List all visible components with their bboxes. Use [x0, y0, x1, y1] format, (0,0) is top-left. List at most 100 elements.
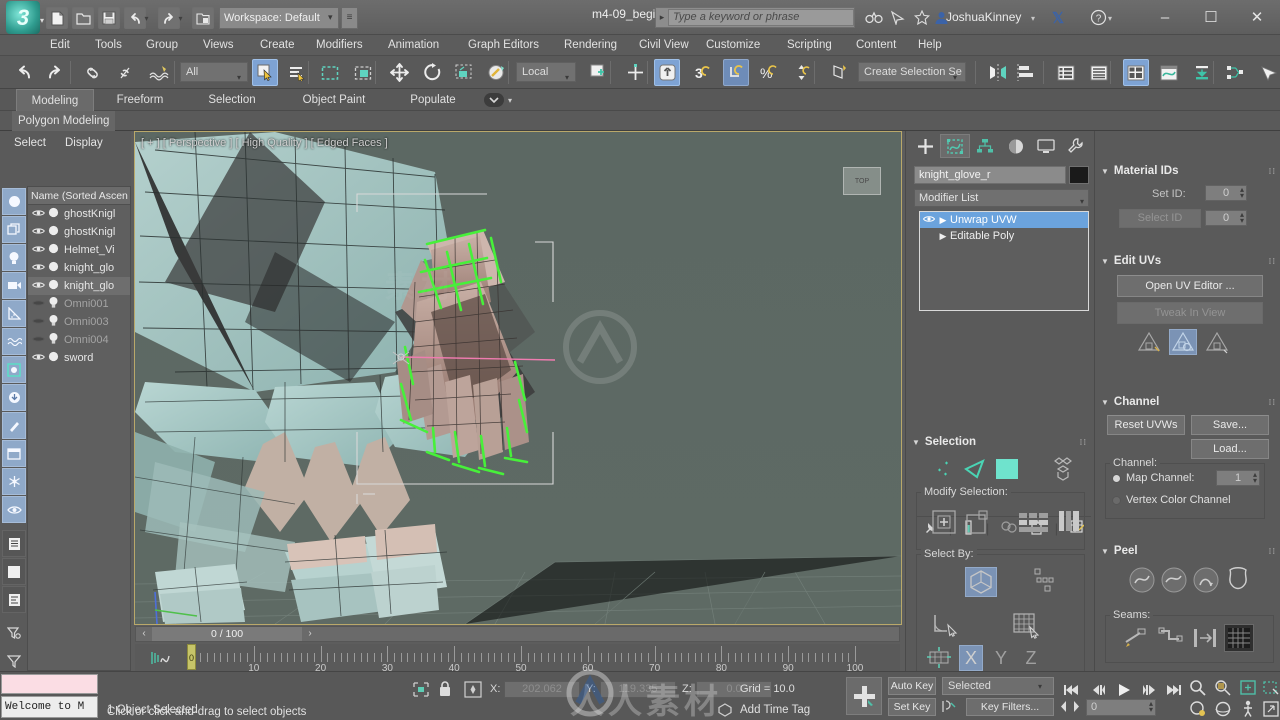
current-frame-spinner[interactable]: 0 ▴ ▾ [1086, 699, 1156, 716]
spinner-arrows-icon[interactable]: ▴ ▾ [1253, 471, 1257, 485]
undo-button[interactable] [10, 59, 36, 86]
object-name-field[interactable]: knight_glove_r [914, 166, 1066, 184]
element-subobject-button[interactable] [1048, 454, 1078, 484]
window-crossing-button[interactable] [350, 59, 376, 86]
vertex-color-channel-option[interactable]: Vertex Color Channel [1112, 494, 1231, 506]
modify-tab[interactable] [940, 134, 971, 158]
absolute-relative-mode-icon[interactable] [464, 681, 482, 698]
ribbon-subtab-polygon-modeling[interactable]: Polygon Modeling [12, 111, 116, 131]
point-to-point-seam-button[interactable] [1122, 624, 1152, 652]
menu-item-tools[interactable]: Tools [95, 35, 122, 56]
utilities-tab[interactable] [1061, 134, 1091, 158]
quick-peel-icon[interactable] [1169, 329, 1197, 355]
ribbon-tab-selection[interactable]: Selection [192, 89, 272, 111]
expand-to-seams-button[interactable] [1190, 624, 1220, 652]
autodesk-cloud-icon[interactable] [886, 6, 910, 29]
menu-item-create[interactable]: Create [260, 35, 295, 56]
user-menu-caret-icon[interactable]: ▾ [1028, 7, 1038, 29]
motion-tab[interactable] [1001, 134, 1031, 158]
previous-frame-button[interactable] [1088, 680, 1110, 699]
minimize-window-button[interactable]: – [1142, 0, 1188, 34]
ribbon-overflow-icon[interactable] [484, 93, 504, 107]
time-slider-next-button[interactable]: › [302, 627, 318, 641]
lock-selection-icon[interactable] [438, 680, 454, 698]
mesh-object-icon[interactable] [46, 351, 61, 365]
goto-start-button[interactable] [1060, 680, 1082, 699]
channel-rollout-header[interactable]: ▼ Channel ⁞⁞ [1097, 394, 1280, 410]
maximize-viewport-icon[interactable] [1259, 699, 1280, 719]
redo-button[interactable] [42, 59, 68, 86]
vertex-color-radio[interactable] [1112, 495, 1121, 505]
add-keyframe-button[interactable] [846, 677, 882, 715]
ring-uvs-button[interactable] [1055, 507, 1083, 535]
rollout-collapse-icon[interactable]: ▼ [1101, 257, 1109, 266]
named-selection-caret-icon[interactable]: ▾ [950, 66, 960, 88]
list-view-tool-icon[interactable] [2, 530, 26, 557]
eye-hidden-icon[interactable] [31, 335, 46, 346]
mesh-object-icon[interactable] [46, 207, 61, 221]
curve-editor-button[interactable] [1156, 59, 1182, 86]
menu-item-content[interactable]: Content [856, 35, 896, 56]
hide-tool-icon[interactable] [2, 496, 26, 523]
material-editor-button[interactable] [1222, 59, 1248, 86]
help-menu-caret-icon[interactable]: ▾ [1105, 7, 1115, 29]
eye-visible-icon[interactable] [31, 353, 46, 364]
orbit-icon[interactable] [1211, 699, 1234, 719]
key-filters-button[interactable]: Key Filters... [966, 698, 1054, 716]
select-and-link-button[interactable] [80, 59, 106, 86]
menu-item-animation[interactable]: Animation [388, 35, 439, 56]
zoom-all-icon[interactable] [1211, 677, 1234, 697]
menu-item-civil-view[interactable]: Civil View [639, 35, 689, 56]
viewport-canvas[interactable]: [ + ] [ Perspective ] [ High Quality ] [… [135, 132, 901, 624]
axis-x-button[interactable]: X [959, 645, 983, 671]
align-button[interactable] [1014, 59, 1040, 86]
select-shape-tool-icon[interactable] [2, 216, 26, 243]
ribbon-tab-populate[interactable]: Populate [396, 89, 470, 111]
reset-uvws-button[interactable]: Reset UVWs [1107, 415, 1185, 435]
select-helper-tool-icon[interactable] [2, 300, 26, 327]
selection-lock-icon[interactable] [412, 681, 430, 698]
save-channel-button[interactable]: Save... [1191, 415, 1269, 435]
eye-hidden-icon[interactable] [31, 317, 46, 328]
exchange-app-icon[interactable]: 𝕏 [1046, 6, 1070, 29]
selection-rollout-header[interactable]: ▼ Selection ⁞⁞ [908, 434, 1093, 450]
select-and-rotate-button[interactable] [419, 59, 445, 86]
spinner-snap-toggle-button[interactable]: % [756, 59, 782, 86]
percent-snap-toggle-button[interactable] [723, 59, 749, 86]
display-tab[interactable] [1031, 134, 1061, 158]
edit-uvs-header[interactable]: ▼ Edit UVs ⁞⁞ [1097, 253, 1280, 269]
mesh-object-icon[interactable] [46, 243, 61, 257]
time-slider-prev-button[interactable]: ‹ [136, 627, 152, 641]
unlink-selection-button[interactable] [112, 59, 138, 86]
create-tab[interactable] [910, 134, 940, 158]
key-mode-caret-icon[interactable]: ▾ [1038, 682, 1042, 691]
select-spacewarp-tool-icon[interactable] [2, 328, 26, 355]
rectangular-select-region-button[interactable] [317, 59, 343, 86]
eye-hidden-icon[interactable] [31, 299, 46, 310]
eye-visible-icon[interactable] [31, 281, 46, 292]
eye-visible-icon[interactable] [31, 227, 46, 238]
key-step-icon[interactable] [1060, 700, 1080, 715]
light-object-icon[interactable] [46, 314, 61, 330]
peel-mode-button[interactable] [1159, 565, 1189, 595]
layer-explorer-button[interactable] [1053, 59, 1079, 86]
modifier-list-dropdown[interactable]: Modifier List ▾ [914, 189, 1089, 207]
play-animation-button[interactable] [1113, 680, 1135, 699]
mesh-object-icon[interactable] [46, 279, 61, 293]
map-channel-option[interactable]: Map Channel: [1112, 472, 1195, 484]
grow-selection-button[interactable] [929, 507, 959, 537]
add-time-tag-label[interactable]: Add Time Tag [740, 704, 810, 716]
render-setup-button[interactable] [1256, 59, 1280, 86]
mesh-object-icon[interactable] [46, 225, 61, 239]
time-tag-icon[interactable] [718, 703, 734, 718]
use-center-flyout-button[interactable] [586, 59, 612, 86]
light-object-icon[interactable] [46, 296, 61, 312]
modifier-stack-item-editable-poly[interactable]: ▶ Editable Poly [920, 228, 1088, 244]
eye-visible-icon[interactable] [31, 263, 46, 274]
mesh-object-icon[interactable] [46, 261, 61, 275]
map-channel-radio[interactable] [1112, 473, 1121, 483]
set-key-button[interactable]: Set Key [888, 698, 936, 716]
pelt-map-button[interactable] [1191, 565, 1221, 595]
open-uv-editor-button[interactable]: Open UV Editor ... [1117, 275, 1263, 297]
zoom-extents-icon[interactable] [1236, 677, 1259, 697]
